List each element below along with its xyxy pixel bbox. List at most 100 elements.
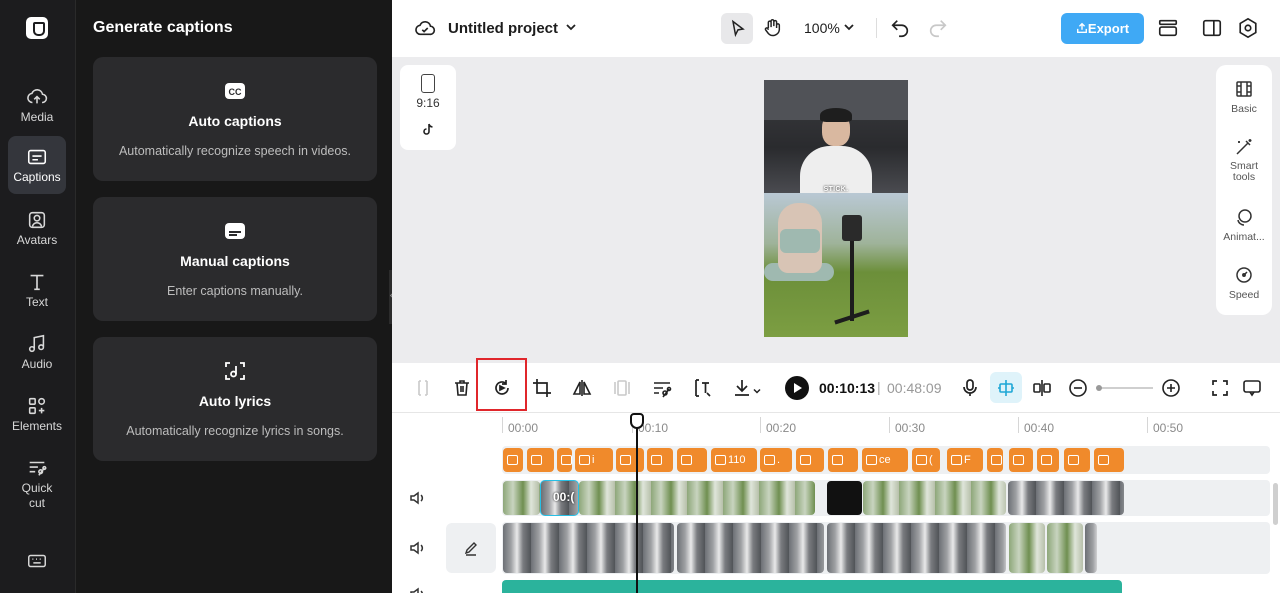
split-icon[interactable] [412, 377, 434, 399]
nav-item-audio[interactable]: Audio [8, 330, 66, 382]
crop-icon[interactable] [531, 377, 553, 399]
caption-chip[interactable] [647, 448, 673, 472]
audio-track[interactable] [502, 580, 1122, 593]
film-icon [1234, 79, 1254, 99]
download-icon[interactable] [731, 377, 753, 399]
nav-item-label: Media [20, 110, 54, 124]
basic-tool-button[interactable]: Basic [1216, 79, 1272, 115]
playhead-handle[interactable] [630, 413, 644, 429]
zoom-slider[interactable] [1096, 385, 1153, 391]
ruler-tick [760, 417, 761, 433]
zoom-out-icon[interactable] [1067, 377, 1089, 399]
caption-chip[interactable]: 110 [711, 448, 757, 472]
speed-tool-button[interactable]: Speed [1216, 265, 1272, 301]
animation-icon [1234, 207, 1254, 227]
project-title[interactable]: Untitled project [448, 20, 558, 37]
caption-chip[interactable] [527, 448, 554, 472]
caption-chip[interactable] [616, 448, 644, 472]
volume-icon[interactable] [408, 489, 426, 507]
layers-icon[interactable] [1157, 17, 1179, 39]
caption-chip[interactable]: . [760, 448, 792, 472]
caption-chip[interactable] [796, 448, 824, 472]
edit-track-button[interactable] [446, 523, 496, 573]
hand-tool-icon[interactable] [761, 17, 783, 39]
chevron-down-icon[interactable] [564, 20, 578, 34]
app-logo[interactable] [26, 17, 48, 39]
replace-clip-icon[interactable] [491, 377, 513, 399]
total-time: 00:48:09 [887, 380, 942, 396]
auto-lyrics-card[interactable]: Auto lyrics Automatically recognize lyri… [93, 337, 377, 461]
video-frame-bottom [764, 193, 908, 337]
feedback-icon[interactable] [1241, 377, 1263, 399]
card-description: Automatically recognize lyrics in songs. [126, 424, 344, 438]
nav-item-label: Text [25, 295, 48, 309]
card-description: Automatically recognize speech in videos… [118, 144, 352, 158]
auto-captions-card[interactable]: CC Auto captions Automatically recognize… [93, 57, 377, 181]
zoom-in-icon[interactable] [1160, 377, 1182, 399]
timeline[interactable]: 00:0000:1000:2000:3000:4000:50 (i110.ce(… [392, 413, 1280, 593]
left-nav: Media Captions Avatars Text Audio Elemen… [0, 0, 75, 593]
volume-icon[interactable] [408, 585, 426, 593]
fullscreen-icon[interactable] [1209, 377, 1231, 399]
caption-chip[interactable]: ( [912, 448, 940, 472]
tool-label: tools [1232, 171, 1256, 183]
caption-chip[interactable] [503, 448, 523, 472]
smart-tools-button[interactable]: Smart tools [1216, 137, 1272, 183]
aspect-ratio-selector[interactable]: 9:16 [400, 65, 456, 150]
caption-chip[interactable] [1094, 448, 1124, 472]
microphone-icon[interactable] [959, 377, 981, 399]
selected-clip[interactable]: 00:( [540, 480, 579, 516]
nav-item-quick-cut[interactable]: Quick cut [8, 454, 66, 512]
caption-chip[interactable] [1037, 448, 1059, 472]
caption-chip[interactable] [1064, 448, 1090, 472]
nav-item-text[interactable]: Text [8, 268, 66, 320]
play-button[interactable] [785, 376, 809, 400]
chevron-down-icon[interactable] [752, 383, 762, 394]
manual-captions-card[interactable]: Manual captions Enter captions manually. [93, 197, 377, 321]
export-button[interactable]: Export [1061, 13, 1144, 44]
nav-item-elements[interactable]: Elements [8, 392, 66, 444]
quick-cut-icon [26, 457, 48, 479]
ruler-tick [1147, 417, 1148, 433]
trash-icon[interactable] [451, 377, 473, 399]
freeze-frame-icon[interactable] [611, 377, 633, 399]
keyboard-shortcuts-button[interactable] [8, 550, 66, 574]
video-preview[interactable]: STICK. [764, 80, 908, 337]
animation-tool-button[interactable]: Animat... [1216, 207, 1272, 243]
speed-curve-icon[interactable] [651, 377, 673, 399]
nav-item-avatars[interactable]: Avatars [8, 206, 66, 258]
ruler-label: 00:40 [1024, 421, 1055, 435]
split-view-icon[interactable] [1201, 17, 1223, 39]
caption-chip[interactable]: ce [862, 448, 908, 472]
volume-icon[interactable] [408, 539, 426, 557]
cc-icon: CC [224, 81, 246, 101]
nav-item-media[interactable]: Media [8, 82, 66, 134]
caption-chip[interactable] [1009, 448, 1033, 472]
settings-icon[interactable] [1237, 17, 1259, 39]
nav-item-captions[interactable]: Captions [8, 136, 66, 194]
tool-label: Animat... [1223, 231, 1265, 243]
cloud-sync-icon[interactable] [414, 18, 436, 38]
caption-chip[interactable]: F [947, 448, 983, 472]
subtitle-icon [224, 221, 246, 241]
text-split-icon[interactable] [691, 377, 713, 399]
nav-item-label: Avatars [16, 233, 58, 247]
select-tool-button[interactable] [721, 13, 753, 44]
caption-chip[interactable]: ( [987, 448, 1003, 472]
caption-chip[interactable]: ( [557, 448, 572, 472]
zoom-level[interactable]: 100% [804, 20, 840, 36]
redo-icon[interactable] [927, 17, 949, 39]
caption-chip[interactable] [677, 448, 707, 472]
undo-icon[interactable] [889, 17, 911, 39]
align-center-icon[interactable] [1031, 377, 1053, 399]
caption-chip[interactable] [828, 448, 858, 472]
zoom-slider-knob[interactable] [1096, 385, 1102, 391]
caption-chip[interactable]: i [575, 448, 613, 472]
captions-panel: Generate captions CC Auto captions Autom… [75, 0, 392, 593]
chevron-down-icon[interactable] [842, 20, 856, 34]
keyboard-icon [26, 550, 48, 572]
flip-icon[interactable] [571, 377, 593, 399]
playhead[interactable] [636, 413, 638, 593]
scrollbar[interactable] [1273, 483, 1278, 525]
auto-snap-button[interactable] [990, 372, 1022, 403]
